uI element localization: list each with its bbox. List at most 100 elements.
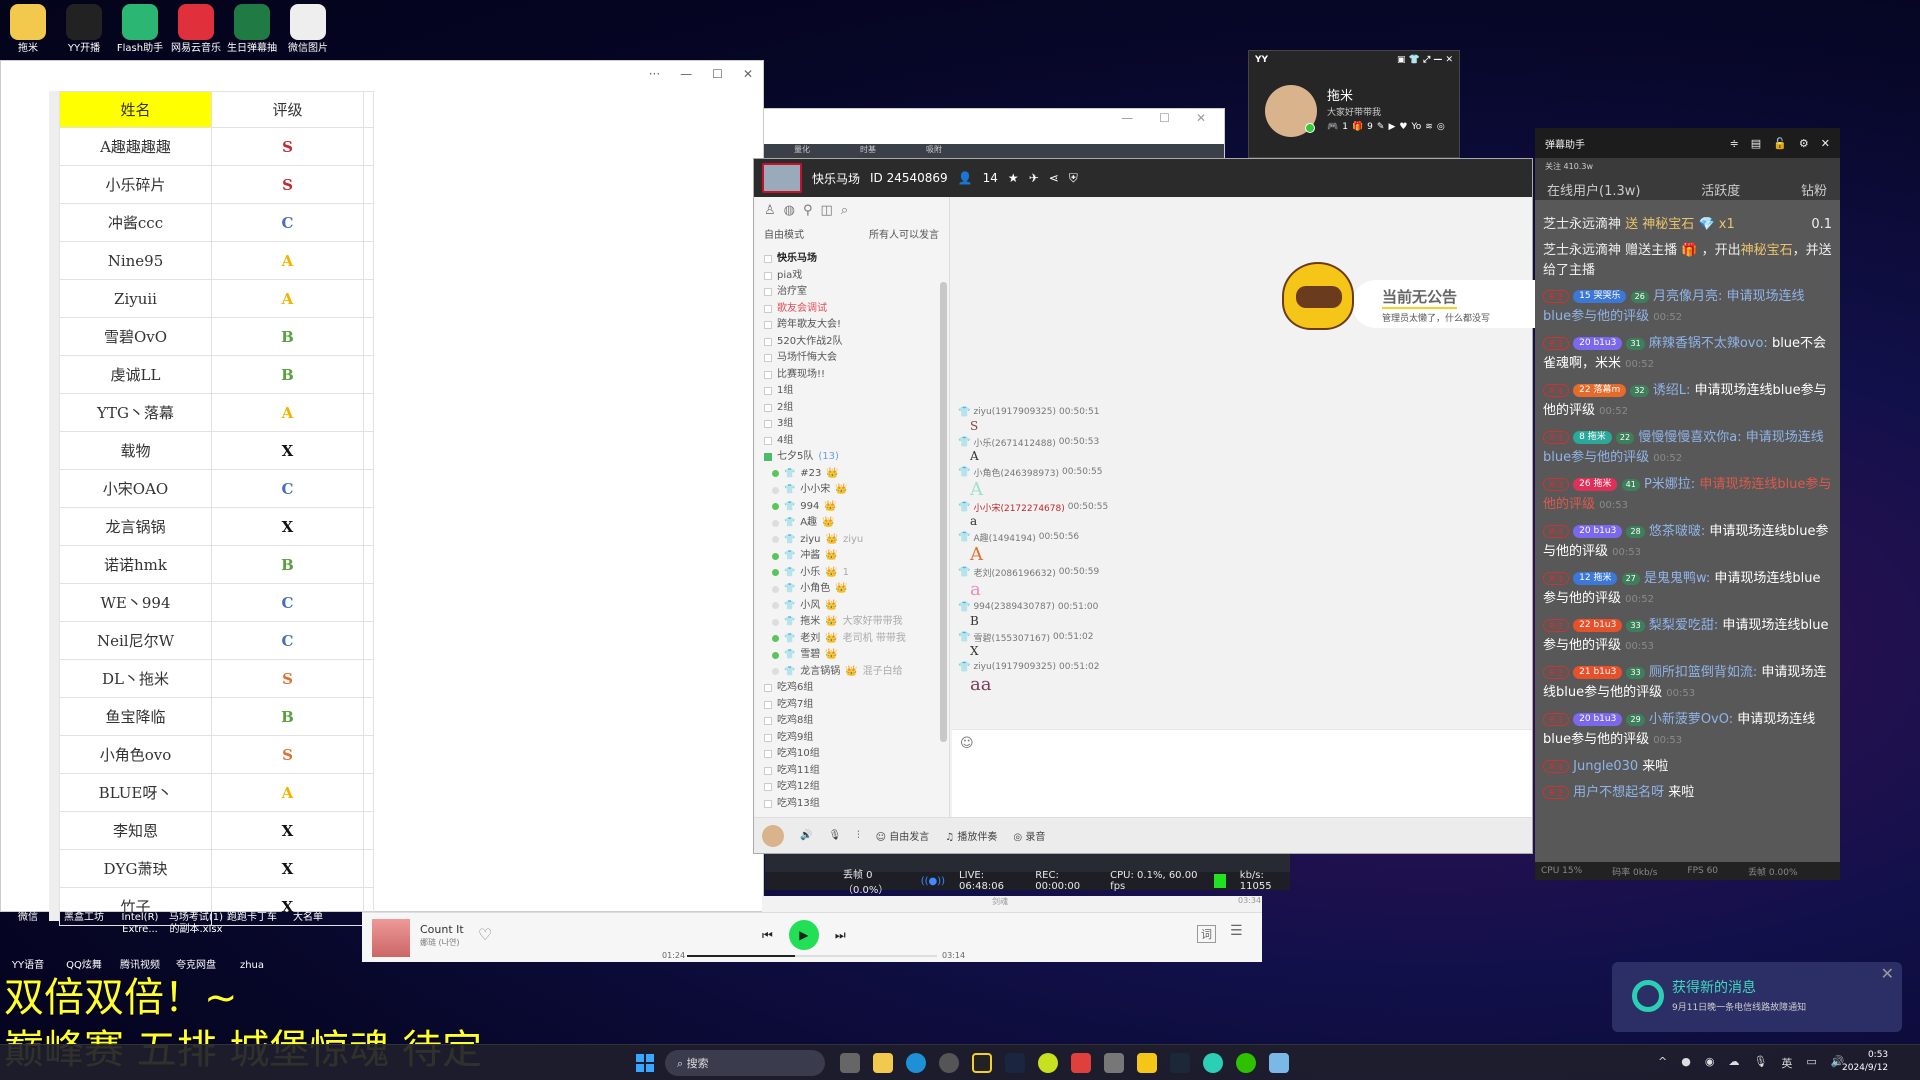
- row-header[interactable]: [49, 91, 59, 921]
- desktop-icon[interactable]: 腾讯视频: [112, 960, 168, 972]
- empty-cell[interactable]: [363, 91, 374, 128]
- my-avatar[interactable]: [762, 824, 784, 847]
- mixer-icon[interactable]: ⫶: [857, 830, 860, 841]
- name-cell[interactable]: DYG萧玦: [59, 849, 212, 888]
- file-explorer-icon[interactable]: [873, 1053, 893, 1073]
- follow-button[interactable]: 关注: [1543, 713, 1569, 726]
- log-icon[interactable]: ▤: [1751, 137, 1761, 150]
- progress-bar[interactable]: [687, 955, 937, 957]
- grade-cell[interactable]: A: [211, 241, 364, 280]
- yy-live-icon[interactable]: [972, 1053, 992, 1073]
- channel-item[interactable]: 吃鸡11组: [754, 763, 949, 780]
- free-speak-button[interactable]: ☺ 自由发言: [876, 828, 930, 843]
- channel-item[interactable]: 比赛现场!!: [754, 367, 949, 384]
- desktop-icon[interactable]: 网易云音乐: [168, 4, 224, 55]
- task-view-icon[interactable]: [840, 1053, 860, 1073]
- screenshot-icon[interactable]: [1104, 1053, 1124, 1073]
- channel-item-expanded[interactable]: 七夕5队 (13): [754, 449, 949, 466]
- search-icon[interactable]: ⌕: [841, 203, 848, 218]
- desktop-icon[interactable]: YY语音: [0, 960, 56, 972]
- shield-icon[interactable]: ⛨: [1069, 171, 1078, 186]
- record-button[interactable]: ◎ 录音: [1013, 828, 1045, 843]
- desktop-icon[interactable]: Intel(R) Extre...: [112, 912, 168, 936]
- grade-cell[interactable]: X: [211, 507, 364, 546]
- mic-icon[interactable]: 🎙: [828, 830, 841, 841]
- channel-item[interactable]: 吃鸡10组: [754, 746, 949, 763]
- app-icon[interactable]: [1005, 1053, 1025, 1073]
- grade-cell[interactable]: B: [211, 697, 364, 736]
- app-icon[interactable]: [1269, 1053, 1289, 1073]
- name-cell[interactable]: 鱼宝降临: [59, 697, 212, 736]
- follow-button[interactable]: 关注: [1543, 572, 1569, 585]
- channel-scrollbar[interactable]: [940, 282, 947, 742]
- close-button[interactable]: ✕: [1821, 137, 1830, 150]
- follow-button[interactable]: 关注: [1543, 384, 1569, 397]
- name-cell[interactable]: 小乐碎片: [59, 165, 212, 204]
- desktop-icon[interactable]: 马场考试(1)的副本.xlsx: [168, 912, 224, 936]
- comment-user[interactable]: 诱绍L: [1653, 383, 1686, 398]
- channel-item[interactable]: 治疗室: [754, 284, 949, 301]
- tray-expand-icon[interactable]: ^: [1658, 1055, 1667, 1071]
- channel-user[interactable]: 👕 小乐 👑 1: [754, 565, 949, 582]
- name-cell[interactable]: DL丶拖米: [59, 659, 212, 698]
- empty-cell[interactable]: [363, 203, 374, 242]
- desktop-icon[interactable]: YY开播: [56, 4, 112, 55]
- report-icon[interactable]: ▣: [1397, 55, 1406, 65]
- channel-item[interactable]: 跨年歌友大会!: [754, 317, 949, 334]
- message-user[interactable]: ziyu(1917909325): [973, 662, 1056, 672]
- channel-user[interactable]: 👕 老刘 👑 老司机 带带我: [754, 631, 949, 648]
- follow-button[interactable]: 关注: [1543, 786, 1569, 799]
- name-cell[interactable]: Ziyuii: [59, 279, 212, 318]
- empty-cell[interactable]: [363, 849, 374, 888]
- ime-indicator[interactable]: 英: [1781, 1055, 1792, 1071]
- coin-icon[interactable]: ≋: [1425, 122, 1433, 132]
- clock[interactable]: 0:53 2024/9/12: [1842, 1049, 1888, 1075]
- channel-item[interactable]: 快乐马场: [754, 251, 949, 268]
- channel-item[interactable]: 吃鸡7组: [754, 697, 949, 714]
- grade-cell[interactable]: X: [211, 849, 364, 888]
- follow-button[interactable]: 关注: [1543, 760, 1569, 773]
- desktop-icon[interactable]: 跑跑卡丁车: [224, 912, 280, 924]
- name-cell[interactable]: 龙言锅锅: [59, 507, 212, 546]
- tab-activity[interactable]: 活跃度: [1701, 180, 1740, 199]
- empty-cell[interactable]: [363, 317, 374, 356]
- maximize-button[interactable]: ☐: [1159, 111, 1170, 125]
- accompany-button[interactable]: ♫ 播放伴奏: [945, 828, 997, 843]
- follow-button[interactable]: 关注: [1543, 478, 1569, 491]
- channel-item[interactable]: 吃鸡6组: [754, 680, 949, 697]
- qq-music-icon[interactable]: [1038, 1053, 1058, 1073]
- play-icon[interactable]: ▶: [1388, 122, 1395, 132]
- album-cover[interactable]: [372, 919, 410, 957]
- channel-item[interactable]: 歌友会调试: [754, 301, 949, 318]
- taskbar-search[interactable]: ⌕ 搜索: [665, 1050, 825, 1076]
- share-icon[interactable]: ⋖: [1049, 171, 1059, 185]
- follow-button[interactable]: 关注: [1543, 666, 1569, 679]
- name-cell[interactable]: A趣趣趣趣: [59, 127, 212, 166]
- name-cell[interactable]: 小宋OAO: [59, 469, 212, 508]
- desktop-icon[interactable]: 大名单: [280, 912, 336, 924]
- name-cell[interactable]: 小角色ovo: [59, 735, 212, 774]
- comment-user[interactable]: 悠茶啵啵: [1649, 524, 1701, 539]
- lyrics-button[interactable]: 词: [1197, 925, 1216, 943]
- empty-cell[interactable]: [363, 165, 374, 204]
- follow-button[interactable]: 关注: [1543, 290, 1569, 303]
- empty-cell[interactable]: [363, 507, 374, 546]
- channel-user[interactable]: 👕 小角色 👑: [754, 581, 949, 598]
- plane-icon[interactable]: ✈: [1029, 171, 1039, 185]
- edge-icon[interactable]: [906, 1053, 926, 1073]
- message-user[interactable]: 老刘(2086196632): [973, 566, 1055, 579]
- channel-item[interactable]: 吃鸡9组: [754, 730, 949, 747]
- tab-online-users[interactable]: 在线用户(1.3w): [1547, 180, 1640, 199]
- chat-icon[interactable]: ◍: [784, 203, 795, 218]
- grade-cell[interactable]: A: [211, 279, 364, 318]
- user-icon[interactable]: ♙: [764, 203, 776, 218]
- message-user[interactable]: 雪碧(155307167): [973, 631, 1050, 644]
- edit-icon[interactable]: ✎: [1377, 122, 1385, 132]
- desktop-icon[interactable]: 拖米: [0, 4, 56, 55]
- game-icon[interactable]: 🎮: [1327, 122, 1338, 132]
- collapse-icon[interactable]: [764, 453, 772, 462]
- name-cell[interactable]: 雪碧OvO: [59, 317, 212, 356]
- grade-cell[interactable]: S: [211, 165, 364, 204]
- channel-user[interactable]: 👕 ziyu 👑 ziyu: [754, 532, 949, 549]
- message-user[interactable]: A趣(1494194): [973, 531, 1035, 544]
